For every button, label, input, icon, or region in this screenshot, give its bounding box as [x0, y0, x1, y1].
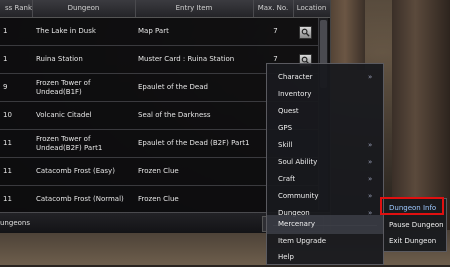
main-menu: Character » Inventory Quest GPS Skill » …: [266, 63, 384, 265]
dungeon-cell: Volcanic Citadel: [36, 111, 92, 119]
entry-item-cell: Frozen Clue: [138, 195, 179, 203]
dungeon-cell: Catacomb Frost (Normal): [36, 195, 124, 203]
entry-item-cell: Map Part: [138, 27, 169, 35]
location-button[interactable]: [299, 26, 312, 39]
submenu-item-exit-dungeon[interactable]: Exit Dungeon: [384, 233, 446, 249]
submenu-item-label: Pause Dungeon: [389, 221, 444, 229]
dungeon-cell: Frozen Tower of Undead(B1F): [36, 78, 91, 96]
dungeon-cell: The Lake in Dusk: [36, 27, 96, 35]
submenu-item-label: Exit Dungeon: [389, 237, 437, 245]
submenu-item-pause-dungeon[interactable]: Pause Dungeon: [384, 217, 446, 233]
header-rank[interactable]: ss Rank: [0, 0, 33, 17]
background-pillar: [325, 0, 365, 70]
entry-item-cell: Epaulet of the Dead (B2F) Part1: [138, 139, 250, 147]
rank-cell: 1: [3, 55, 8, 63]
table-row[interactable]: 1 The Lake in Dusk Map Part 7: [0, 18, 318, 46]
entry-item-cell: Epaulet of the Dead: [138, 83, 208, 91]
max-no-cell: 7: [273, 27, 278, 35]
entry-item-cell: Seal of the Darkness: [138, 111, 211, 119]
rank-cell: 11: [3, 139, 12, 147]
rank-cell: 9: [3, 83, 8, 91]
header-max-no[interactable]: Max. No.: [253, 0, 294, 17]
table-header: ss Rank Dungeon Entry Item Max. No. Loca…: [0, 0, 330, 18]
menu-item-label: Help: [278, 253, 294, 261]
rank-cell: 10: [3, 111, 12, 119]
entry-item-cell: Muster Card : Ruina Station: [138, 55, 235, 63]
search-icon: [301, 28, 310, 37]
footer-label: ungeons: [0, 219, 30, 227]
menu-item-help[interactable]: Help: [267, 248, 383, 267]
dungeon-cell: Catacomb Frost (Easy): [36, 167, 115, 175]
highlight-box: [380, 197, 444, 215]
header-dungeon[interactable]: Dungeon: [32, 0, 136, 17]
dungeon-cell: Frozen Tower of Undead(B2F) Part1: [36, 134, 103, 152]
rank-cell: 11: [3, 167, 12, 175]
header-entry-item[interactable]: Entry Item: [135, 0, 254, 17]
rank-cell: 1: [3, 27, 8, 35]
dungeon-cell: Ruina Station: [36, 55, 83, 63]
entry-item-cell: Frozen Clue: [138, 167, 179, 175]
header-location[interactable]: Location: [293, 0, 330, 17]
rank-cell: 11: [3, 195, 12, 203]
